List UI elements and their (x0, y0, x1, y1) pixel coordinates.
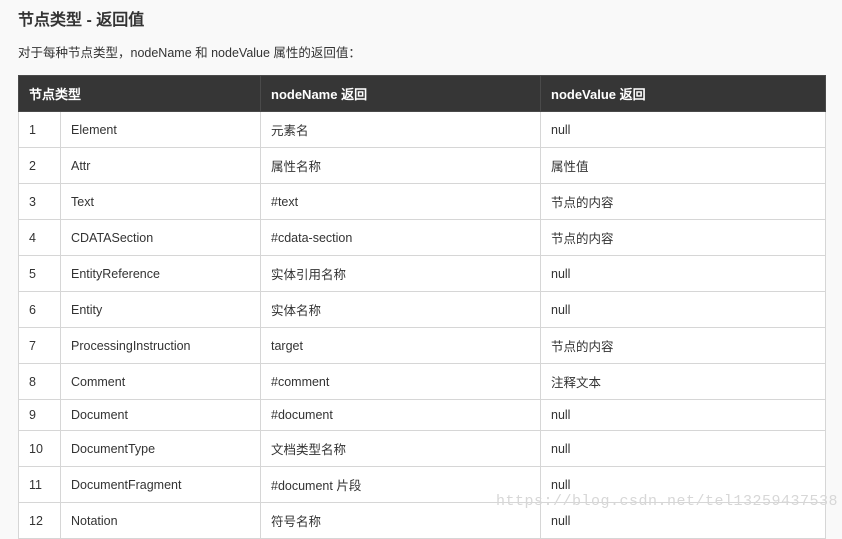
cell-nodename: #document (261, 400, 541, 431)
table-row: 4CDATASection#cdata-section节点的内容 (19, 220, 826, 256)
cell-nodetype: Element (61, 112, 261, 148)
cell-nodename: #comment (261, 364, 541, 400)
table-row: 2Attr属性名称属性值 (19, 148, 826, 184)
cell-nodetype: Text (61, 184, 261, 220)
cell-nodename: 实体引用名称 (261, 256, 541, 292)
cell-nodevalue: 属性值 (541, 148, 826, 184)
header-nodevalue: nodeValue 返回 (541, 76, 826, 112)
cell-nodetype: ProcessingInstruction (61, 328, 261, 364)
table-row: 6Entity实体名称null (19, 292, 826, 328)
cell-index: 1 (19, 112, 61, 148)
cell-index: 4 (19, 220, 61, 256)
cell-nodevalue: null (541, 400, 826, 431)
table-row: 1Element元素名null (19, 112, 826, 148)
table-header-row: 节点类型 nodeName 返回 nodeValue 返回 (19, 76, 826, 112)
node-type-table: 节点类型 nodeName 返回 nodeValue 返回 1Element元素… (18, 75, 826, 539)
cell-index: 7 (19, 328, 61, 364)
cell-index: 10 (19, 431, 61, 467)
cell-nodename: #cdata-section (261, 220, 541, 256)
table-row: 7ProcessingInstructiontarget节点的内容 (19, 328, 826, 364)
table-row: 5EntityReference实体引用名称null (19, 256, 826, 292)
cell-nodevalue: null (541, 256, 826, 292)
table-row: 9Document#documentnull (19, 400, 826, 431)
header-nodename: nodeName 返回 (261, 76, 541, 112)
cell-nodename: #text (261, 184, 541, 220)
cell-index: 9 (19, 400, 61, 431)
table-row: 3Text#text节点的内容 (19, 184, 826, 220)
cell-nodename: target (261, 328, 541, 364)
cell-index: 6 (19, 292, 61, 328)
cell-nodetype: DocumentFragment (61, 467, 261, 503)
cell-nodename: 实体名称 (261, 292, 541, 328)
cell-nodename: 元素名 (261, 112, 541, 148)
cell-index: 12 (19, 503, 61, 539)
cell-nodetype: Entity (61, 292, 261, 328)
cell-index: 5 (19, 256, 61, 292)
table-row: 11DocumentFragment#document 片段null (19, 467, 826, 503)
cell-nodetype: DocumentType (61, 431, 261, 467)
cell-nodename: #document 片段 (261, 467, 541, 503)
cell-nodevalue: 节点的内容 (541, 220, 826, 256)
cell-nodetype: CDATASection (61, 220, 261, 256)
cell-nodevalue: null (541, 292, 826, 328)
header-nodetype: 节点类型 (19, 76, 261, 112)
cell-nodename: 文档类型名称 (261, 431, 541, 467)
cell-nodetype: EntityReference (61, 256, 261, 292)
table-row: 10DocumentType文档类型名称null (19, 431, 826, 467)
cell-nodevalue: 节点的内容 (541, 184, 826, 220)
cell-index: 11 (19, 467, 61, 503)
document-container: 节点类型 - 返回值 对于每种节点类型，nodeName 和 nodeValue… (0, 0, 842, 539)
page-description: 对于每种节点类型，nodeName 和 nodeValue 属性的返回值： (18, 42, 826, 61)
cell-nodevalue: null (541, 112, 826, 148)
cell-nodevalue: null (541, 431, 826, 467)
cell-index: 3 (19, 184, 61, 220)
cell-nodetype: Comment (61, 364, 261, 400)
table-row: 8Comment#comment注释文本 (19, 364, 826, 400)
cell-nodevalue: null (541, 503, 826, 539)
cell-index: 2 (19, 148, 61, 184)
cell-nodename: 属性名称 (261, 148, 541, 184)
page-title: 节点类型 - 返回值 (18, 6, 826, 30)
cell-nodetype: Notation (61, 503, 261, 539)
cell-nodevalue: 节点的内容 (541, 328, 826, 364)
cell-index: 8 (19, 364, 61, 400)
cell-nodetype: Attr (61, 148, 261, 184)
cell-nodetype: Document (61, 400, 261, 431)
cell-nodevalue: null (541, 467, 826, 503)
cell-nodename: 符号名称 (261, 503, 541, 539)
cell-nodevalue: 注释文本 (541, 364, 826, 400)
table-row: 12Notation符号名称null (19, 503, 826, 539)
